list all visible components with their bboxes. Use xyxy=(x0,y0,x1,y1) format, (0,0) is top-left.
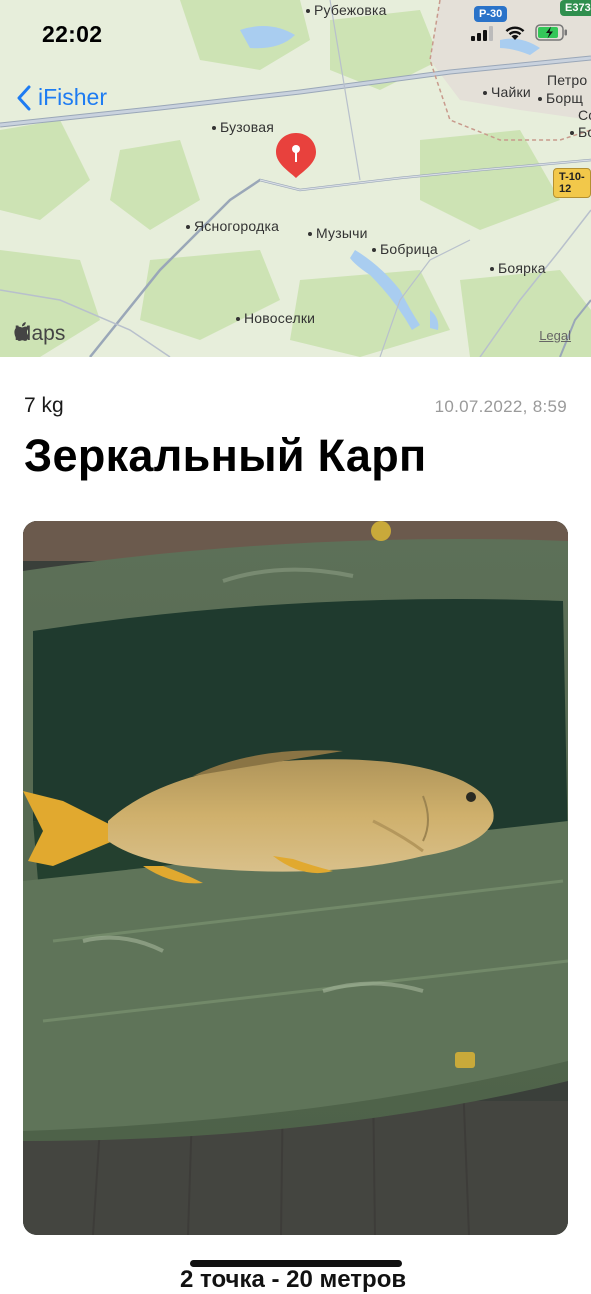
road-badge: T-10-12 xyxy=(553,168,591,198)
map-place-label: Бо xyxy=(570,124,591,140)
battery-charging-icon xyxy=(535,24,567,41)
apple-logo-icon xyxy=(14,322,30,341)
map-place-label: Борщ xyxy=(538,90,583,106)
map-place-label: Чайки xyxy=(483,84,531,100)
back-button[interactable]: iFisher xyxy=(16,84,107,111)
catch-datetime: 10.07.2022, 8:59 xyxy=(434,397,567,416)
map-place-label: Новоселки xyxy=(236,310,315,326)
cellular-signal-icon xyxy=(471,25,493,41)
catch-photo[interactable] xyxy=(23,521,568,1235)
carp-photo-illustration xyxy=(23,521,568,1235)
next-item-text: 2 точка - 20 метров xyxy=(180,1266,407,1293)
map-place-label: Петро xyxy=(547,72,588,88)
catch-title: Зеркальный Карп xyxy=(24,430,427,481)
map-legal-link[interactable]: Legal xyxy=(539,328,571,343)
home-indicator[interactable] xyxy=(190,1260,402,1267)
wifi-icon xyxy=(505,26,525,40)
catch-weight: 7 kg xyxy=(24,394,64,417)
status-bar: 22:02 xyxy=(0,0,591,70)
apple-maps-logo: Maps xyxy=(14,322,66,345)
map-place-label: Музычи xyxy=(308,225,368,241)
map-place-label: Бузовая xyxy=(212,119,274,135)
back-button-label: iFisher xyxy=(38,84,108,110)
chevron-left-icon xyxy=(17,85,31,110)
map-place-label: Бобрица xyxy=(372,241,438,257)
status-time: 22:02 xyxy=(42,21,103,47)
map-place-label: Со xyxy=(578,107,591,123)
map-place-label: Боярка xyxy=(490,260,546,276)
map-place-label: Ясногородка xyxy=(186,218,279,234)
